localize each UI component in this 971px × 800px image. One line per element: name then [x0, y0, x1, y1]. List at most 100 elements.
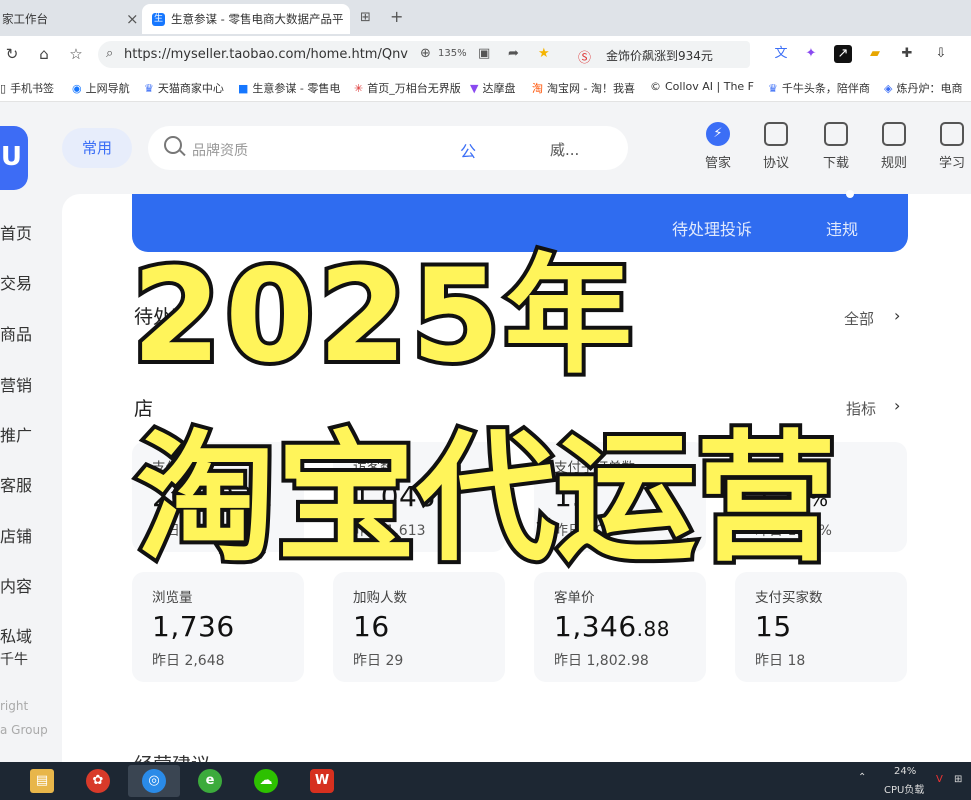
- zoom-level: 135%: [438, 48, 467, 59]
- star-outline-icon[interactable]: ☆: [66, 44, 86, 64]
- tool-rules[interactable]: 规则: [872, 122, 916, 171]
- metric-label: 浏览量: [152, 590, 193, 606]
- search-suffix-notice: 公: [460, 142, 477, 161]
- tab-grid-icon[interactable]: ⊞: [360, 10, 371, 25]
- wps-icon: W: [310, 769, 334, 793]
- tray-arrow-icon[interactable]: ⌃: [858, 772, 866, 783]
- sidebar-item-trade[interactable]: 交易: [0, 270, 32, 294]
- taskbar-explorer[interactable]: ▤: [16, 765, 68, 797]
- reload-icon[interactable]: ↻: [2, 44, 22, 64]
- sidebar-item-goods[interactable]: 商品: [0, 321, 32, 345]
- company-text: a Group: [0, 723, 48, 737]
- bookmark-advisor[interactable]: ■ 生意参谋 - 零售电: [238, 80, 340, 96]
- advice-section-title: 经营建议: [134, 750, 210, 762]
- url-text[interactable]: https://myseller.taobao.com/home.htm/Qnv: [124, 47, 408, 62]
- qianniu-logo-icon[interactable]: U: [0, 126, 28, 190]
- bookmark-label: 生意参谋 - 零售电: [252, 82, 341, 95]
- bookmark-collov[interactable]: © Collov AI | The F: [650, 80, 754, 93]
- wechat-icon: ☁: [254, 769, 278, 793]
- taskbar-wps[interactable]: W: [296, 765, 348, 797]
- sidebar-item-private[interactable]: 私域: [0, 623, 32, 647]
- tab-seller-workbench[interactable]: 家工作台 ×: [0, 4, 140, 34]
- translate-icon[interactable]: 文: [772, 45, 790, 63]
- bookmark-label: 达摩盘: [482, 82, 516, 95]
- bookmark-mobile[interactable]: ▯ 手机书签: [0, 80, 54, 96]
- ai-sparkle-icon[interactable]: ✦: [802, 45, 820, 63]
- overlay-year-title: 2025年: [128, 238, 637, 395]
- url-omnibox[interactable]: ⌕ https://myseller.taobao.com/home.htm/Q…: [98, 41, 595, 68]
- share-icon[interactable]: ➦: [508, 46, 519, 61]
- tool-label: 管家: [704, 156, 731, 171]
- news-ticker[interactable]: Ⓢ 金饰价飙涨到934元: [570, 41, 750, 68]
- search-input[interactable]: 品牌资质 公 威...: [148, 126, 628, 170]
- taskbar-app-red[interactable]: ✿: [72, 765, 124, 797]
- search-placeholder: 品牌资质: [192, 143, 248, 159]
- tool-label: 规则: [880, 156, 907, 171]
- banner-violations-link[interactable]: 违规: [826, 216, 858, 240]
- taskbar-browser[interactable]: ◎: [128, 765, 180, 797]
- bookmark-star-icon[interactable]: ★: [538, 46, 550, 61]
- tool-download[interactable]: 下载: [814, 122, 858, 171]
- close-icon[interactable]: ×: [126, 10, 139, 28]
- bookmark-label: 淘宝网 - 淘！我喜: [547, 82, 635, 95]
- sidebar-item-home[interactable]: 首页: [0, 220, 32, 244]
- bookmark-damopan[interactable]: ▼ 达摩盘: [470, 80, 515, 96]
- metric-yesterday: 昨日 29: [353, 653, 404, 669]
- copyright-text: right: [0, 699, 29, 713]
- metric-card-add-to-cart[interactable]: 加购人数 16 昨日 29: [333, 572, 505, 682]
- sidebar-item-promotion[interactable]: 推广: [0, 422, 32, 446]
- metric-label: 客单价: [554, 590, 595, 606]
- chevron-right-icon[interactable]: ›: [894, 306, 900, 325]
- reader-icon[interactable]: ▣: [478, 46, 490, 61]
- tool-label: 下载: [822, 156, 849, 171]
- taskbar-wechat[interactable]: ☁: [240, 765, 292, 797]
- bookmark-qianniu[interactable]: ♛ 千牛头条，陪伴商: [768, 80, 870, 96]
- sidebar-item-shop[interactable]: 店铺: [0, 523, 32, 547]
- search-suffix-text: 威...: [550, 141, 580, 159]
- metric-yesterday: 昨日 1,802.98: [554, 653, 649, 669]
- sidebar-item-service[interactable]: 客服: [0, 472, 32, 496]
- home-icon[interactable]: ⌂: [34, 44, 54, 64]
- bookmark-wanxiang[interactable]: ✳ 首页_万相台无界版: [354, 80, 461, 96]
- tab-title: 家工作台: [2, 12, 48, 26]
- sidebar-item-content[interactable]: 内容: [0, 573, 32, 597]
- banner-complaints-link[interactable]: 待处理投诉: [672, 216, 752, 240]
- metric-value: 16: [353, 610, 390, 643]
- extensions-icon[interactable]: ✚: [898, 45, 916, 63]
- taskbar-ie[interactable]: e: [184, 765, 236, 797]
- bookmark-liandanlu[interactable]: ◈ 炼丹炉：电商: [884, 80, 962, 96]
- metric-card-pageviews[interactable]: 浏览量 1,736 昨日 2,648: [132, 572, 304, 682]
- tool-manager[interactable]: ⚡ 管家: [696, 122, 740, 171]
- metric-label: 支付买家数: [755, 590, 823, 606]
- bookmark-nav[interactable]: ◉ 上网导航: [72, 80, 130, 96]
- tool-learn[interactable]: 学习: [930, 122, 971, 171]
- collov-icon: ©: [650, 80, 661, 93]
- ie-icon: e: [198, 769, 222, 793]
- sidebar-item-qianniu[interactable]: 千牛: [0, 649, 28, 669]
- tab-business-advisor[interactable]: 生 生意参谋 - 零售电商大数据产品平: [142, 4, 350, 34]
- metrics-link[interactable]: 指标: [846, 398, 876, 419]
- banner-dot: [846, 190, 854, 198]
- input-method-icon[interactable]: ⊞: [954, 774, 962, 785]
- zoom-icon[interactable]: ⊕: [420, 46, 431, 61]
- sidebar-item-marketing[interactable]: 营销: [0, 372, 32, 396]
- cpu-percent: 24%: [894, 766, 917, 777]
- tool-agreement[interactable]: 协议: [754, 122, 798, 171]
- new-tab-button[interactable]: +: [390, 7, 403, 26]
- bookmark-label: 手机书签: [10, 82, 55, 95]
- metric-card-buyers[interactable]: 支付买家数 15 昨日 18: [735, 572, 907, 682]
- frequent-button[interactable]: 常用: [62, 128, 132, 168]
- bookmark-tmall[interactable]: ♛ 天猫商家中心: [144, 80, 224, 96]
- view-all-link[interactable]: 全部: [844, 308, 874, 329]
- news-ticker-text[interactable]: 金饰价飙涨到934元: [606, 49, 713, 63]
- security-icon[interactable]: V: [936, 774, 943, 785]
- download-icon[interactable]: ⇩: [932, 45, 950, 63]
- metric-card-avg-order[interactable]: 客单价 1,346.88 昨日 1,802.98: [534, 572, 706, 682]
- chart-extension-icon[interactable]: ↗: [834, 45, 852, 63]
- bookmark-taobao[interactable]: 淘淘宝网 - 淘！我喜: [532, 80, 635, 96]
- chevron-right-icon[interactable]: ›: [894, 396, 900, 415]
- metric-value: 15: [755, 610, 792, 643]
- mobile-icon: ▯: [0, 81, 7, 95]
- folder-icon[interactable]: ▰: [866, 45, 884, 63]
- bookmark-label: Collov AI | The F: [665, 80, 755, 93]
